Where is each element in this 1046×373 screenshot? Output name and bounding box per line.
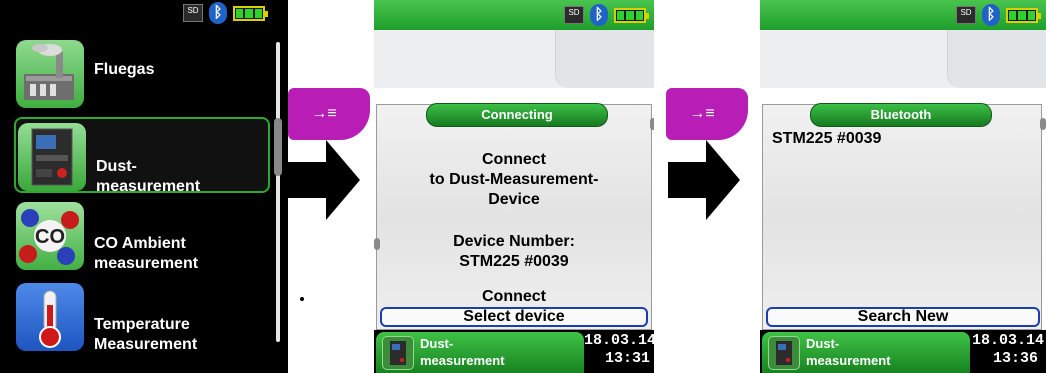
side-tab — [947, 30, 1046, 88]
factory-smokestack-icon — [16, 40, 84, 108]
bluetooth-icon: ᛒ — [982, 4, 1000, 26]
program-label: Dust- measurement — [806, 336, 891, 368]
connecting-screen: SD ᛒ Connecting Connect to Dust-Measurem… — [374, 0, 654, 373]
side-tab — [555, 30, 654, 88]
status-bar: SD ᛒ — [374, 0, 654, 31]
select-device-button[interactable]: Select device — [380, 307, 648, 327]
sd-card-icon: SD — [183, 4, 203, 22]
dust-meter-device-icon — [768, 336, 800, 370]
date-text: 18.03.14 — [972, 332, 1045, 349]
search-new-button[interactable]: Search New — [766, 307, 1040, 327]
time-text: 13:36 — [992, 350, 1038, 367]
menu-item-label: Temperature Measurement — [94, 316, 198, 353]
dot-marker — [300, 297, 304, 301]
side-marker — [650, 118, 654, 130]
bottom-bar: Dust- measurement 18.03.14 13:31 — [374, 330, 654, 373]
battery-icon — [233, 5, 268, 21]
device-number-value: STM225 #0039 — [459, 253, 569, 270]
bluetooth-screen: SD ᛒ Bluetooth STM225 #0039 Search New D… — [760, 0, 1046, 373]
menu-item-label: Fluegas — [94, 61, 155, 78]
dust-meter-device-icon — [382, 336, 414, 370]
menu-item-temperature[interactable]: Temperature Measurement — [14, 279, 270, 355]
connect-option[interactable]: Connect — [376, 287, 652, 307]
menu-item-dust-measurement[interactable]: Dust- measurement — [14, 117, 270, 195]
dust-meter-device-icon — [18, 123, 86, 191]
side-marker — [1040, 118, 1046, 130]
arrow-to-list-icon: →≡ — [311, 105, 337, 122]
sd-card-icon: SD — [564, 6, 584, 24]
menu-item-fluegas[interactable]: Fluegas — [14, 36, 270, 112]
tag-arrow-to-list[interactable]: →≡ — [288, 88, 370, 140]
thermometer-icon — [16, 283, 84, 351]
next-step-arrow-icon — [668, 140, 740, 220]
scrollbar-track[interactable] — [276, 42, 280, 342]
connect-instruction: Connect to Dust-Measurement- Device — [429, 151, 599, 208]
active-program-tab[interactable]: Dust- measurement — [762, 332, 970, 373]
tag-arrow-to-list[interactable]: →≡ — [666, 88, 748, 140]
status-bar: SD ᛒ — [760, 0, 1046, 31]
status-bar: SD ᛒ — [183, 2, 268, 24]
battery-icon — [1006, 7, 1041, 23]
menu-item-label: Dust- measurement — [96, 158, 201, 195]
program-label: Dust- measurement — [420, 336, 505, 368]
date-text: 18.03.14 — [584, 332, 654, 349]
bluetooth-icon: ᛒ — [209, 2, 227, 24]
battery-icon — [614, 7, 649, 23]
next-step-arrow-icon — [288, 140, 360, 220]
measurement-menu-screen: SD ᛒ Fluegas Dust- measurement CO CO Amb… — [0, 0, 288, 373]
dialog-title: Connecting — [426, 103, 608, 127]
svg-text:CO: CO — [35, 226, 65, 248]
device-list-item[interactable]: STM225 #0039 — [772, 130, 881, 148]
active-program-tab[interactable]: Dust- measurement — [376, 332, 584, 373]
menu-item-label: CO Ambient measurement — [94, 235, 199, 272]
device-number-label: Device Number: — [453, 233, 575, 250]
bluetooth-icon: ᛒ — [590, 4, 608, 26]
menu-item-co-ambient[interactable]: CO CO Ambient measurement — [14, 198, 270, 274]
bottom-bar: Dust- measurement 18.03.14 13:36 — [760, 330, 1046, 373]
time-text: 13:31 — [604, 350, 650, 367]
dialog-title: Bluetooth — [810, 103, 992, 127]
arrow-to-list-icon: →≡ — [689, 105, 715, 122]
date-time: 18.03.14 13:31 — [584, 332, 654, 368]
sd-card-icon: SD — [956, 6, 976, 24]
scrollbar-thumb[interactable] — [274, 118, 282, 176]
date-time: 18.03.14 13:36 — [972, 332, 1045, 368]
co-molecule-icon: CO — [16, 202, 84, 270]
